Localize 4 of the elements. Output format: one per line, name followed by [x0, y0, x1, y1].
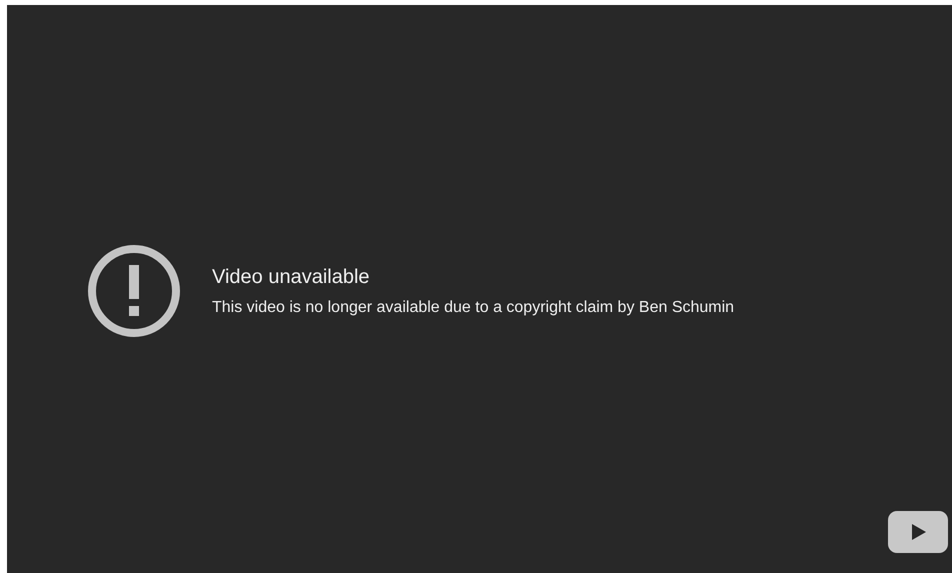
- play-logo-icon[interactable]: [888, 511, 948, 553]
- exclamation-icon: [86, 243, 182, 339]
- error-title: Video unavailable: [212, 266, 371, 288]
- error-message: This video is no longer available due to a copyright claim by Ben Schumin: [212, 298, 734, 316]
